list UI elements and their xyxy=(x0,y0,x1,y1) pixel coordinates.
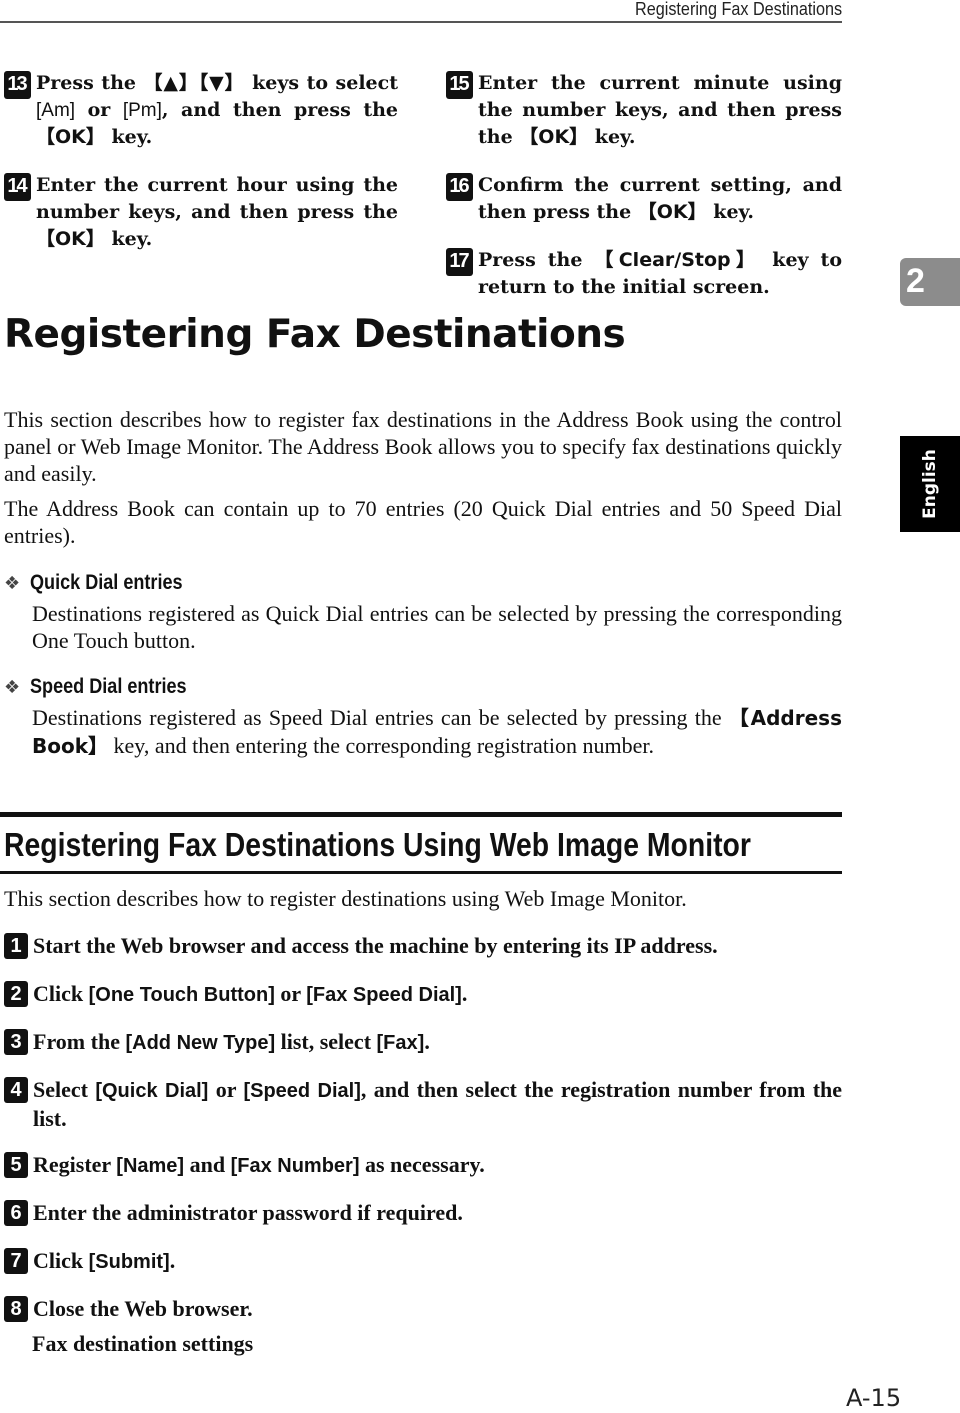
running-header: Registering Fax Destinations xyxy=(0,0,842,23)
step-text: Register [Name] and [Fax Number] as nece… xyxy=(33,1152,485,1177)
language-label: English xyxy=(920,449,940,519)
note-title: Quick Dial entries xyxy=(30,571,183,594)
name-field-label: [Name] xyxy=(116,1155,185,1177)
web-step-2: 2 Click [One Touch Button] or [Fax Speed… xyxy=(4,980,842,1009)
step-text: Click [Submit]. xyxy=(33,1248,176,1273)
step-text: Close the Web browser. xyxy=(33,1296,253,1321)
ok-key: 【OK】 xyxy=(637,201,707,223)
step-15: 15 Enter the current minute using the nu… xyxy=(446,70,842,151)
web-step-3: 3 From the [Add New Type] list, select [… xyxy=(4,1028,842,1057)
step-text: Start the Web browser and access the mac… xyxy=(33,933,718,958)
step-number-badge: 16 xyxy=(446,173,473,201)
step-number-badge: 5 xyxy=(4,1152,28,1178)
ok-key: 【OK】 xyxy=(519,126,589,148)
web-step-8: 8 Close the Web browser. xyxy=(4,1295,842,1322)
step-text: Confirm the current setting, and then pr… xyxy=(478,174,842,223)
diamond-bullet-icon: ❖ xyxy=(4,572,21,594)
submit-button-label: [Submit] xyxy=(88,1251,170,1273)
step-number-badge: 13 xyxy=(4,71,31,99)
step-text: From the [Add New Type] list, select [Fa… xyxy=(33,1029,430,1054)
one-touch-button-option: [One Touch Button] xyxy=(88,984,275,1006)
am-option: [Am] xyxy=(36,100,76,121)
fax-number-field-label: [Fax Number] xyxy=(230,1155,360,1177)
step-number-badge: 4 xyxy=(4,1077,28,1103)
note-speed-dial-body: Destinations registered as Speed Dial en… xyxy=(32,705,842,758)
section-intro: This section describes how to register f… xyxy=(4,407,842,486)
step-text: Enter the current hour using the number … xyxy=(36,174,398,250)
step-number-badge: 8 xyxy=(4,1296,28,1322)
note-quick-dial-body: Destinations registered as Quick Dial en… xyxy=(32,601,842,653)
web-step-1: 1 Start the Web browser and access the m… xyxy=(4,932,842,959)
up-down-keys: 【▲】【▼】 xyxy=(143,72,245,94)
step-17: 17 Press the 【Clear/Stop】 key to return … xyxy=(446,247,842,301)
step-number-badge: 1 xyxy=(4,933,28,959)
running-header-title: Registering Fax Destinations xyxy=(634,0,842,19)
step-14: 14 Enter the current hour using the numb… xyxy=(4,172,398,253)
note-speed-dial-heading: ❖ Speed Dial entries xyxy=(4,675,212,699)
step-16: 16 Confirm the current setting, and then… xyxy=(446,172,842,226)
step-result-text: Fax destination settings xyxy=(32,1331,254,1356)
diamond-bullet-icon: ❖ xyxy=(4,676,21,698)
step-text: Select [Quick Dial] or [Speed Dial], and… xyxy=(33,1077,843,1131)
note-title: Speed Dial entries xyxy=(30,675,187,698)
clear-stop-key: 【Clear/Stop】 xyxy=(594,249,761,271)
step-text: Press the 【▲】【▼】 keys to select [Am] or … xyxy=(36,72,399,148)
section-capacity-text: The Address Book can contain up to 70 en… xyxy=(4,496,842,548)
step-13: 13 Press the 【▲】【▼】 keys to select [Am] … xyxy=(4,70,398,151)
section-title: Registering Fax Destinations xyxy=(4,312,626,357)
pm-option: [Pm] xyxy=(122,100,162,121)
fax-option: [Fax] xyxy=(376,1032,425,1054)
add-new-type-option: [Add New Type] xyxy=(125,1032,276,1054)
step-number-badge: 17 xyxy=(446,248,473,276)
web-step-7: 7 Click [Submit]. xyxy=(4,1247,842,1276)
fax-speed-dial-option: [Fax Speed Dial] xyxy=(306,984,462,1006)
subsection-top-rule xyxy=(0,812,842,817)
step-number-badge: 3 xyxy=(4,1029,28,1055)
ok-key: 【OK】 xyxy=(36,126,105,148)
step-text: Enter the current minute using the numbe… xyxy=(478,72,842,148)
web-step-5: 5 Register [Name] and [Fax Number] as ne… xyxy=(4,1151,842,1180)
step-number-badge: 14 xyxy=(4,173,31,201)
step-number-badge: 15 xyxy=(446,71,473,99)
ok-key: 【OK】 xyxy=(36,228,105,250)
step-number-badge: 2 xyxy=(4,981,28,1007)
subsection-title: Registering Fax Destinations Using Web I… xyxy=(4,826,751,863)
note-quick-dial-heading: ❖ Quick Dial entries xyxy=(4,571,208,595)
speed-dial-option: [Speed Dial] xyxy=(243,1080,361,1102)
step-number-badge: 7 xyxy=(4,1248,28,1274)
chapter-tab: 2 xyxy=(900,258,960,306)
subsection-bottom-rule xyxy=(0,871,842,874)
step-number-badge: 6 xyxy=(4,1200,28,1226)
web-step-6: 6 Enter the administrator password if re… xyxy=(4,1199,842,1226)
step-text: Enter the administrator password if requ… xyxy=(33,1200,463,1225)
page-number: A-15 xyxy=(846,1384,902,1412)
web-step-4: 4 Select [Quick Dial] or [Speed Dial], a… xyxy=(4,1076,842,1132)
language-tab: English xyxy=(900,436,960,532)
quick-dial-option: [Quick Dial] xyxy=(95,1080,209,1102)
step-text: Press the 【Clear/Stop】 key to return to … xyxy=(478,249,842,298)
step-text: Click [One Touch Button] or [Fax Speed D… xyxy=(33,981,468,1006)
chapter-number: 2 xyxy=(906,262,925,300)
subsection-intro: This section describes how to register d… xyxy=(4,886,687,911)
